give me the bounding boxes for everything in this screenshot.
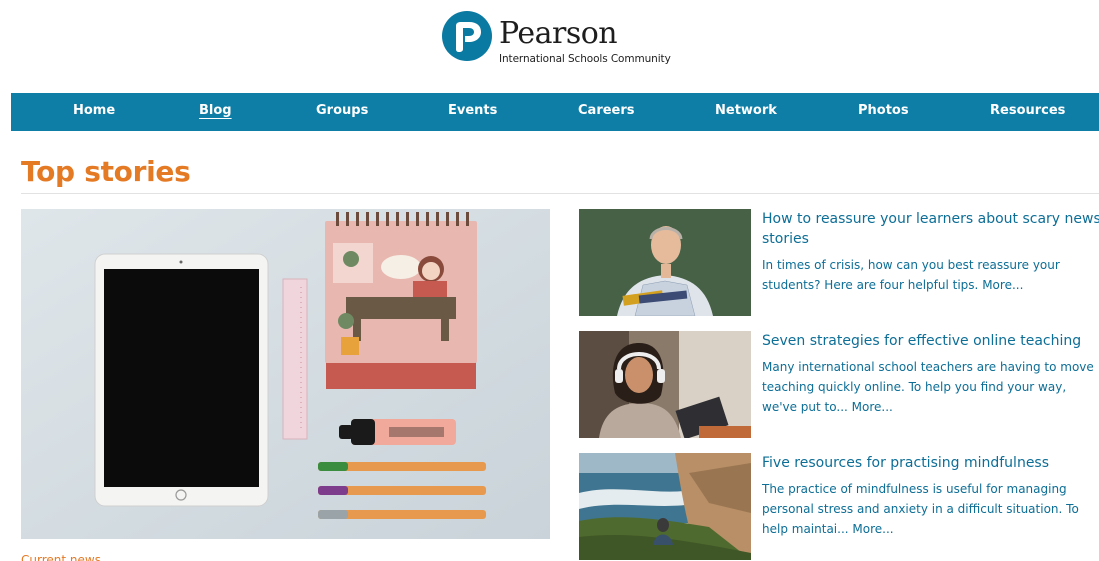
story-description: The practice of mindfulness is useful fo… bbox=[762, 479, 1099, 539]
story-description-text: The practice of mindfulness is useful fo… bbox=[762, 482, 1079, 536]
more-link[interactable]: More... bbox=[982, 278, 1023, 292]
story-description-text: Many international school teachers are h… bbox=[762, 360, 1094, 414]
calendar-illustration bbox=[325, 212, 477, 389]
pearson-logo[interactable]: Pearson International Schools Community bbox=[442, 11, 671, 65]
story-description: Many international school teachers are h… bbox=[762, 357, 1099, 417]
tablet-illustration bbox=[94, 253, 269, 507]
hero-image[interactable] bbox=[21, 209, 550, 539]
nav-resources[interactable]: Resources bbox=[990, 93, 1065, 131]
story-item: How to reassure your learners about scar… bbox=[579, 209, 1099, 319]
highlighter-illustration bbox=[339, 419, 456, 445]
story-title[interactable]: How to reassure your learners about scar… bbox=[762, 209, 1099, 249]
section-title: Top stories bbox=[21, 155, 191, 188]
story-item: Five resources for practising mindfulnes… bbox=[579, 453, 1099, 561]
nav-network[interactable]: Network bbox=[715, 93, 777, 131]
story-title[interactable]: Five resources for practising mindfulnes… bbox=[762, 453, 1099, 473]
ruler-illustration bbox=[282, 278, 308, 440]
nav-photos[interactable]: Photos bbox=[858, 93, 909, 131]
brand-subtitle: International Schools Community bbox=[499, 53, 671, 65]
section-divider bbox=[21, 193, 1099, 194]
pens-illustration bbox=[318, 462, 486, 519]
nav-home[interactable]: Home bbox=[73, 93, 115, 131]
more-link[interactable]: More... bbox=[852, 400, 893, 414]
story-description: In times of crisis, how can you best rea… bbox=[762, 255, 1099, 295]
story-item: Seven strategies for effective online te… bbox=[579, 331, 1099, 441]
nav-careers[interactable]: Careers bbox=[578, 93, 635, 131]
more-link[interactable]: More... bbox=[852, 522, 893, 536]
nav-events[interactable]: Events bbox=[448, 93, 497, 131]
story-title[interactable]: Seven strategies for effective online te… bbox=[762, 331, 1099, 351]
story-thumbnail[interactable] bbox=[579, 209, 751, 316]
brand-name: Pearson bbox=[499, 16, 618, 51]
hero-caption[interactable]: Current news bbox=[21, 553, 101, 561]
pearson-p-icon bbox=[442, 11, 492, 61]
main-navigation: Home Blog Groups Events Careers Network … bbox=[11, 93, 1099, 131]
story-thumbnail[interactable] bbox=[579, 331, 751, 438]
story-thumbnail[interactable] bbox=[579, 453, 751, 560]
nav-groups[interactable]: Groups bbox=[316, 93, 368, 131]
nav-blog[interactable]: Blog bbox=[199, 93, 232, 131]
